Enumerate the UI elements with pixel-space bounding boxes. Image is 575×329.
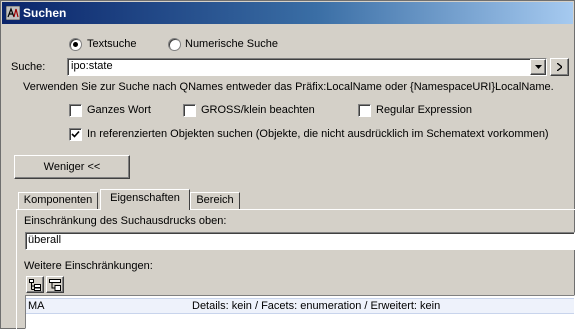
- qname-hint-text: Verwenden Sie zur Suche nach QNames entw…: [23, 81, 554, 93]
- tree-list-icon: [29, 279, 41, 291]
- title-bar: Suchen: [2, 2, 573, 24]
- whole-word-checkbox[interactable]: [69, 104, 82, 117]
- tree-collapse-icon: [49, 279, 61, 291]
- chevron-right-icon: [557, 63, 562, 71]
- search-dialog: Suchen Textsuche Numerische Suche Suche:…: [0, 0, 575, 329]
- app-icon: [6, 6, 20, 20]
- restriction-label: Einschränkung des Suchausdrucks oben:: [24, 215, 227, 227]
- search-go-button[interactable]: [550, 58, 569, 76]
- search-combobox[interactable]: ipo:state: [67, 58, 547, 76]
- radio-selected-dot: [73, 42, 78, 47]
- radio-numeric-search[interactable]: [168, 38, 181, 51]
- regex-label[interactable]: Regular Expression: [376, 104, 472, 117]
- radio-text-search[interactable]: [69, 38, 82, 51]
- collapse-all-button[interactable]: [46, 276, 64, 293]
- radio-text-search-label[interactable]: Textsuche: [87, 38, 137, 51]
- whole-word-label[interactable]: Ganzes Wort: [87, 104, 151, 117]
- tab-scope[interactable]: Bereich: [190, 192, 240, 209]
- radio-numeric-search-label[interactable]: Numerische Suche: [185, 38, 278, 51]
- tab-page-properties: Einschränkung des Suchausdrucks oben: üb…: [16, 209, 575, 329]
- search-dropdown-button[interactable]: [530, 59, 546, 75]
- restriction-input[interactable]: überall: [25, 232, 575, 250]
- regex-checkbox[interactable]: [358, 104, 371, 117]
- restriction-details: Details: kein / Facets: enumeration / Er…: [192, 300, 441, 312]
- more-restrictions-label: Weitere Einschränkungen:: [24, 260, 153, 272]
- restriction-value: überall: [28, 234, 62, 246]
- search-label: Suche:: [11, 61, 46, 73]
- referenced-objects-label[interactable]: In referenzierten Objekten suchen (Objek…: [87, 128, 549, 141]
- tab-properties[interactable]: Eigenschaften: [100, 189, 190, 210]
- table-row[interactable]: MA Details: kein / Facets: enumeration /…: [26, 298, 574, 314]
- chevron-down-icon: [535, 65, 542, 69]
- less-button[interactable]: Weniger <<: [14, 155, 130, 179]
- restriction-name: MA: [28, 300, 45, 312]
- checkmark-icon: [71, 130, 80, 138]
- match-case-checkbox[interactable]: [183, 104, 196, 117]
- restrictions-list[interactable]: MA Details: kein / Facets: enumeration /…: [25, 295, 575, 329]
- window-title: Suchen: [23, 6, 67, 20]
- referenced-objects-checkbox[interactable]: [69, 128, 82, 141]
- tab-components[interactable]: Komponenten: [18, 192, 98, 209]
- expand-all-button[interactable]: [26, 276, 44, 293]
- match-case-label[interactable]: GROSS/klein beachten: [201, 104, 315, 117]
- search-input[interactable]: ipo:state: [71, 60, 113, 73]
